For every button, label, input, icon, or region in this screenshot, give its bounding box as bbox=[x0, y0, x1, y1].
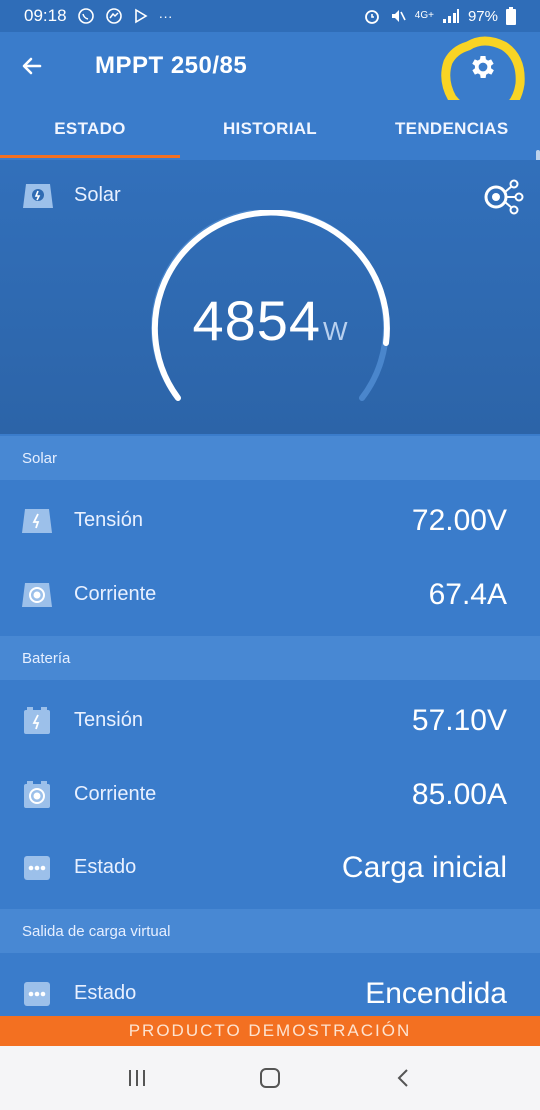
solar-current-icon bbox=[22, 582, 52, 607]
system-nav-bar bbox=[0, 1046, 540, 1110]
battery-icon bbox=[506, 7, 516, 25]
arrow-left-icon bbox=[22, 57, 42, 75]
row-value: 67.4A bbox=[428, 577, 507, 611]
battery-current-icon bbox=[24, 780, 50, 808]
notification-icons: ··· bbox=[77, 7, 173, 25]
list-item[interactable]: Tensión 57.10V bbox=[0, 684, 540, 757]
play-store-icon bbox=[134, 8, 148, 24]
power-value: 4854 bbox=[192, 289, 322, 352]
status-time: 09:18 bbox=[24, 6, 67, 25]
recent-apps-icon bbox=[128, 1070, 145, 1086]
battery-percent: 97% bbox=[467, 7, 498, 25]
device-link-icon[interactable] bbox=[478, 176, 524, 221]
more-dots-icon bbox=[24, 981, 50, 1006]
signal-icon bbox=[442, 9, 459, 23]
page-title: MPPT 250/85 bbox=[95, 52, 248, 79]
gear-icon bbox=[472, 56, 494, 78]
system-back-button[interactable] bbox=[373, 1048, 433, 1108]
row-label: Estado bbox=[74, 856, 137, 878]
list-item[interactable]: Corriente 67.4A bbox=[0, 558, 540, 631]
row-label: Tensión bbox=[74, 509, 143, 531]
list-item[interactable]: Tensión 72.00V bbox=[0, 484, 540, 557]
back-button[interactable] bbox=[0, 32, 64, 100]
mute-icon bbox=[391, 10, 406, 22]
section-header-virtual-load: Salida de carga virtual bbox=[0, 909, 540, 953]
messenger-icon bbox=[105, 8, 122, 24]
hero-label: Solar bbox=[74, 184, 121, 206]
list-item[interactable]: Estado Carga inicial bbox=[0, 831, 540, 904]
status-bar: 09:18 ··· 4G+ 97% bbox=[0, 0, 540, 32]
tab-tendencias[interactable]: TENDENCIAS bbox=[360, 100, 540, 158]
section-header-solar: Solar bbox=[0, 436, 540, 480]
chevron-left-icon bbox=[397, 1069, 409, 1087]
section-header-battery: Batería bbox=[0, 636, 540, 680]
home-icon bbox=[259, 1068, 280, 1088]
row-value: 85.00A bbox=[411, 777, 507, 811]
row-value: 72.00V bbox=[411, 503, 507, 537]
row-label: Estado bbox=[74, 982, 137, 1004]
tab-estado[interactable]: ESTADO bbox=[0, 100, 180, 158]
row-label: Tensión bbox=[74, 709, 143, 731]
row-label: Corriente bbox=[74, 783, 157, 805]
tab-bar: ESTADO HISTORIAL TENDENCIAS bbox=[0, 100, 540, 158]
row-value: Carga inicial bbox=[341, 850, 507, 884]
app-bar: MPPT 250/85 bbox=[0, 32, 540, 120]
row-label: Corriente bbox=[74, 583, 157, 605]
tab-historial[interactable]: HISTORIAL bbox=[180, 100, 360, 158]
more-notifications: ··· bbox=[158, 8, 173, 24]
solar-panel-icon bbox=[22, 182, 54, 215]
solar-power-card: Solar 4854W bbox=[0, 160, 540, 434]
more-dots-icon bbox=[24, 855, 50, 880]
home-button[interactable] bbox=[240, 1048, 300, 1108]
network-type: 4G+ bbox=[414, 10, 434, 21]
power-readout: 4854W bbox=[0, 288, 540, 353]
list-item[interactable]: Corriente 85.00A bbox=[0, 758, 540, 831]
solar-voltage-icon bbox=[22, 508, 52, 533]
battery-voltage-icon bbox=[24, 706, 50, 734]
recent-apps-button[interactable] bbox=[107, 1048, 167, 1108]
row-value: 57.10V bbox=[411, 703, 507, 737]
demo-banner: PRODUCTO DEMOSTRACIÓN bbox=[0, 1016, 540, 1046]
row-value: Encendida bbox=[365, 976, 507, 1010]
whatsapp-icon bbox=[77, 8, 94, 24]
alarm-icon bbox=[364, 10, 379, 24]
power-unit: W bbox=[323, 316, 348, 346]
